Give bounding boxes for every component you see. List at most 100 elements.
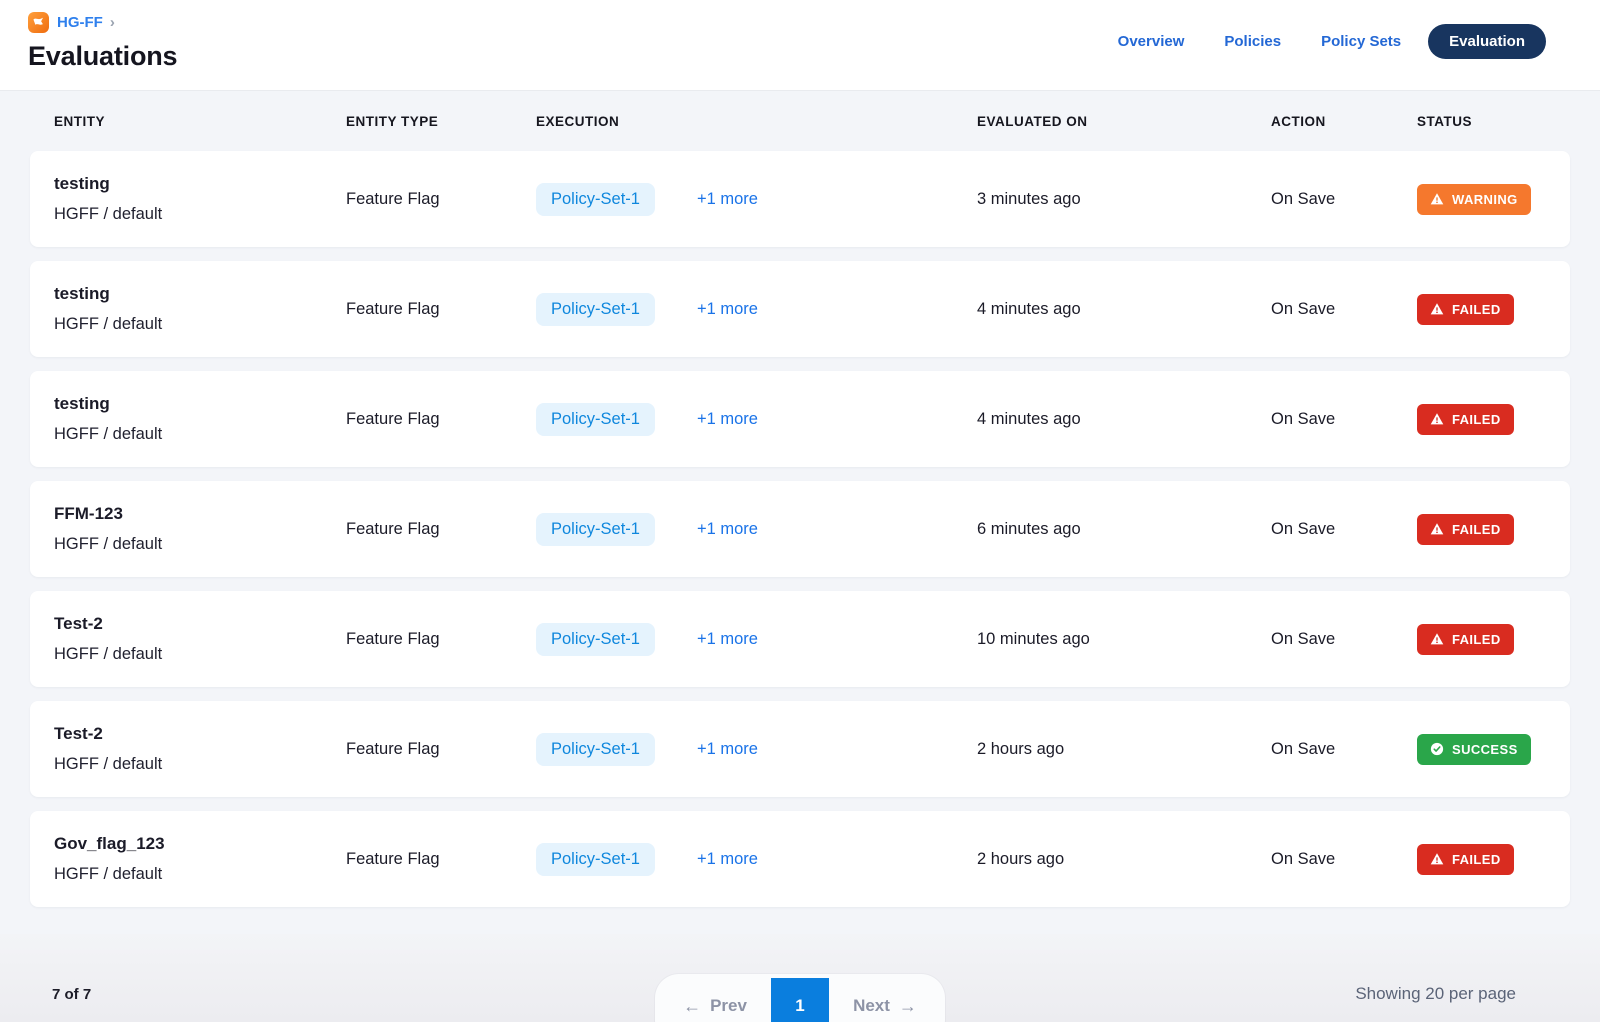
evaluated-on: 6 minutes ago [977, 520, 1271, 539]
entity-name: FFM-123 [54, 504, 346, 524]
execution-cell: Policy-Set-1 +1 more [536, 293, 977, 326]
status-badge: FAILED [1417, 844, 1514, 875]
table-row[interactable]: testing HGFF / default Feature Flag Poli… [30, 261, 1570, 357]
more-policy-sets-link[interactable]: +1 more [697, 190, 758, 209]
feature-flags-module-icon [28, 12, 49, 33]
warning-triangle-icon [1430, 522, 1444, 536]
more-policy-sets-link[interactable]: +1 more [697, 630, 758, 649]
status-badge: FAILED [1417, 514, 1514, 545]
more-policy-sets-link[interactable]: +1 more [697, 740, 758, 759]
action-trigger: On Save [1271, 740, 1417, 759]
status-label: WARNING [1452, 192, 1518, 207]
status-badge: WARNING [1417, 184, 1531, 215]
entity-name: Test-2 [54, 724, 346, 744]
entity-cell: FFM-123 HGFF / default [54, 504, 346, 554]
more-policy-sets-link[interactable]: +1 more [697, 520, 758, 539]
policy-set-chip[interactable]: Policy-Set-1 [536, 623, 655, 656]
action-trigger: On Save [1271, 630, 1417, 649]
table-row[interactable]: FFM-123 HGFF / default Feature Flag Poli… [30, 481, 1570, 577]
evaluations-page: HG-FF › Evaluations Overview Policies Po… [0, 0, 1600, 907]
entity-type: Feature Flag [346, 740, 536, 759]
more-policy-sets-link[interactable]: +1 more [697, 410, 758, 429]
policy-set-chip[interactable]: Policy-Set-1 [536, 513, 655, 546]
policy-set-chip[interactable]: Policy-Set-1 [536, 843, 655, 876]
per-page-label: Showing 20 per page [1355, 984, 1516, 1004]
entity-cell: Gov_flag_123 HGFF / default [54, 834, 346, 884]
warning-triangle-icon [1430, 412, 1444, 426]
status-cell: FAILED [1417, 404, 1570, 435]
entity-type: Feature Flag [346, 630, 536, 649]
policy-set-chip[interactable]: Policy-Set-1 [536, 183, 655, 216]
warning-triangle-icon [1430, 632, 1444, 646]
column-header-status: STATUS [1417, 114, 1570, 129]
check-circle-icon [1430, 742, 1444, 756]
status-cell: FAILED [1417, 514, 1570, 545]
entity-type: Feature Flag [346, 190, 536, 209]
table-footer: 7 of 7 ← Prev 1 Next → Showing 20 per pa… [0, 934, 1600, 1022]
status-badge: FAILED [1417, 404, 1514, 435]
entity-cell: Test-2 HGFF / default [54, 614, 346, 664]
entity-name: testing [54, 284, 346, 304]
action-trigger: On Save [1271, 410, 1417, 429]
warning-triangle-icon [1430, 302, 1444, 316]
warning-triangle-icon [1430, 192, 1444, 206]
status-label: FAILED [1452, 852, 1501, 867]
pagination: ← Prev 1 Next → [655, 974, 945, 1022]
execution-cell: Policy-Set-1 +1 more [536, 733, 977, 766]
entity-name: testing [54, 394, 346, 414]
evaluated-on: 3 minutes ago [977, 190, 1271, 209]
table-row[interactable]: Test-2 HGFF / default Feature Flag Polic… [30, 701, 1570, 797]
next-page-button[interactable]: Next → [829, 978, 941, 1022]
entity-scope: HGFF / default [54, 645, 346, 664]
policy-set-chip[interactable]: Policy-Set-1 [536, 733, 655, 766]
table-row[interactable]: testing HGFF / default Feature Flag Poli… [30, 371, 1570, 467]
prev-label: Prev [710, 996, 747, 1016]
table-row[interactable]: Gov_flag_123 HGFF / default Feature Flag… [30, 811, 1570, 907]
more-policy-sets-link[interactable]: +1 more [697, 850, 758, 869]
entity-scope: HGFF / default [54, 755, 346, 774]
status-badge: FAILED [1417, 624, 1514, 655]
chevron-right-icon: › [110, 14, 115, 31]
evaluated-on: 10 minutes ago [977, 630, 1271, 649]
policy-set-chip[interactable]: Policy-Set-1 [536, 403, 655, 436]
entity-type: Feature Flag [346, 300, 536, 319]
execution-cell: Policy-Set-1 +1 more [536, 513, 977, 546]
entity-scope: HGFF / default [54, 205, 346, 224]
column-header-action: ACTION [1271, 114, 1417, 129]
status-label: FAILED [1452, 632, 1501, 647]
execution-cell: Policy-Set-1 +1 more [536, 403, 977, 436]
entity-scope: HGFF / default [54, 535, 346, 554]
entity-name: Test-2 [54, 614, 346, 634]
nav-policy-sets[interactable]: Policy Sets [1321, 33, 1401, 50]
arrow-right-icon: → [899, 996, 917, 1017]
status-label: SUCCESS [1452, 742, 1518, 757]
row-count: 7 of 7 [52, 986, 91, 1003]
column-header-evaluated-on: EVALUATED ON [977, 114, 1271, 129]
action-trigger: On Save [1271, 520, 1417, 539]
status-label: FAILED [1452, 522, 1501, 537]
status-cell: FAILED [1417, 844, 1570, 875]
nav-overview[interactable]: Overview [1118, 33, 1185, 50]
execution-cell: Policy-Set-1 +1 more [536, 623, 977, 656]
arrow-left-icon: ← [683, 996, 701, 1017]
execution-cell: Policy-Set-1 +1 more [536, 843, 977, 876]
prev-page-button[interactable]: ← Prev [659, 978, 771, 1022]
column-header-entity-type: ENTITY TYPE [346, 114, 536, 129]
nav-evaluation-active[interactable]: Evaluation [1428, 24, 1546, 59]
status-cell: WARNING [1417, 184, 1570, 215]
evaluations-table: ENTITY ENTITY TYPE EXECUTION EVALUATED O… [0, 91, 1600, 907]
policy-set-chip[interactable]: Policy-Set-1 [536, 293, 655, 326]
status-badge: SUCCESS [1417, 734, 1531, 765]
nav-policies[interactable]: Policies [1224, 33, 1281, 50]
status-cell: FAILED [1417, 294, 1570, 325]
page-1-button[interactable]: 1 [771, 978, 829, 1022]
status-label: FAILED [1452, 412, 1501, 427]
entity-type: Feature Flag [346, 520, 536, 539]
breadcrumb-project-link[interactable]: HG-FF [57, 14, 103, 31]
more-policy-sets-link[interactable]: +1 more [697, 300, 758, 319]
entity-name: testing [54, 174, 346, 194]
status-cell: SUCCESS [1417, 734, 1570, 765]
table-row[interactable]: testing HGFF / default Feature Flag Poli… [30, 151, 1570, 247]
table-row[interactable]: Test-2 HGFF / default Feature Flag Polic… [30, 591, 1570, 687]
evaluated-on: 4 minutes ago [977, 300, 1271, 319]
